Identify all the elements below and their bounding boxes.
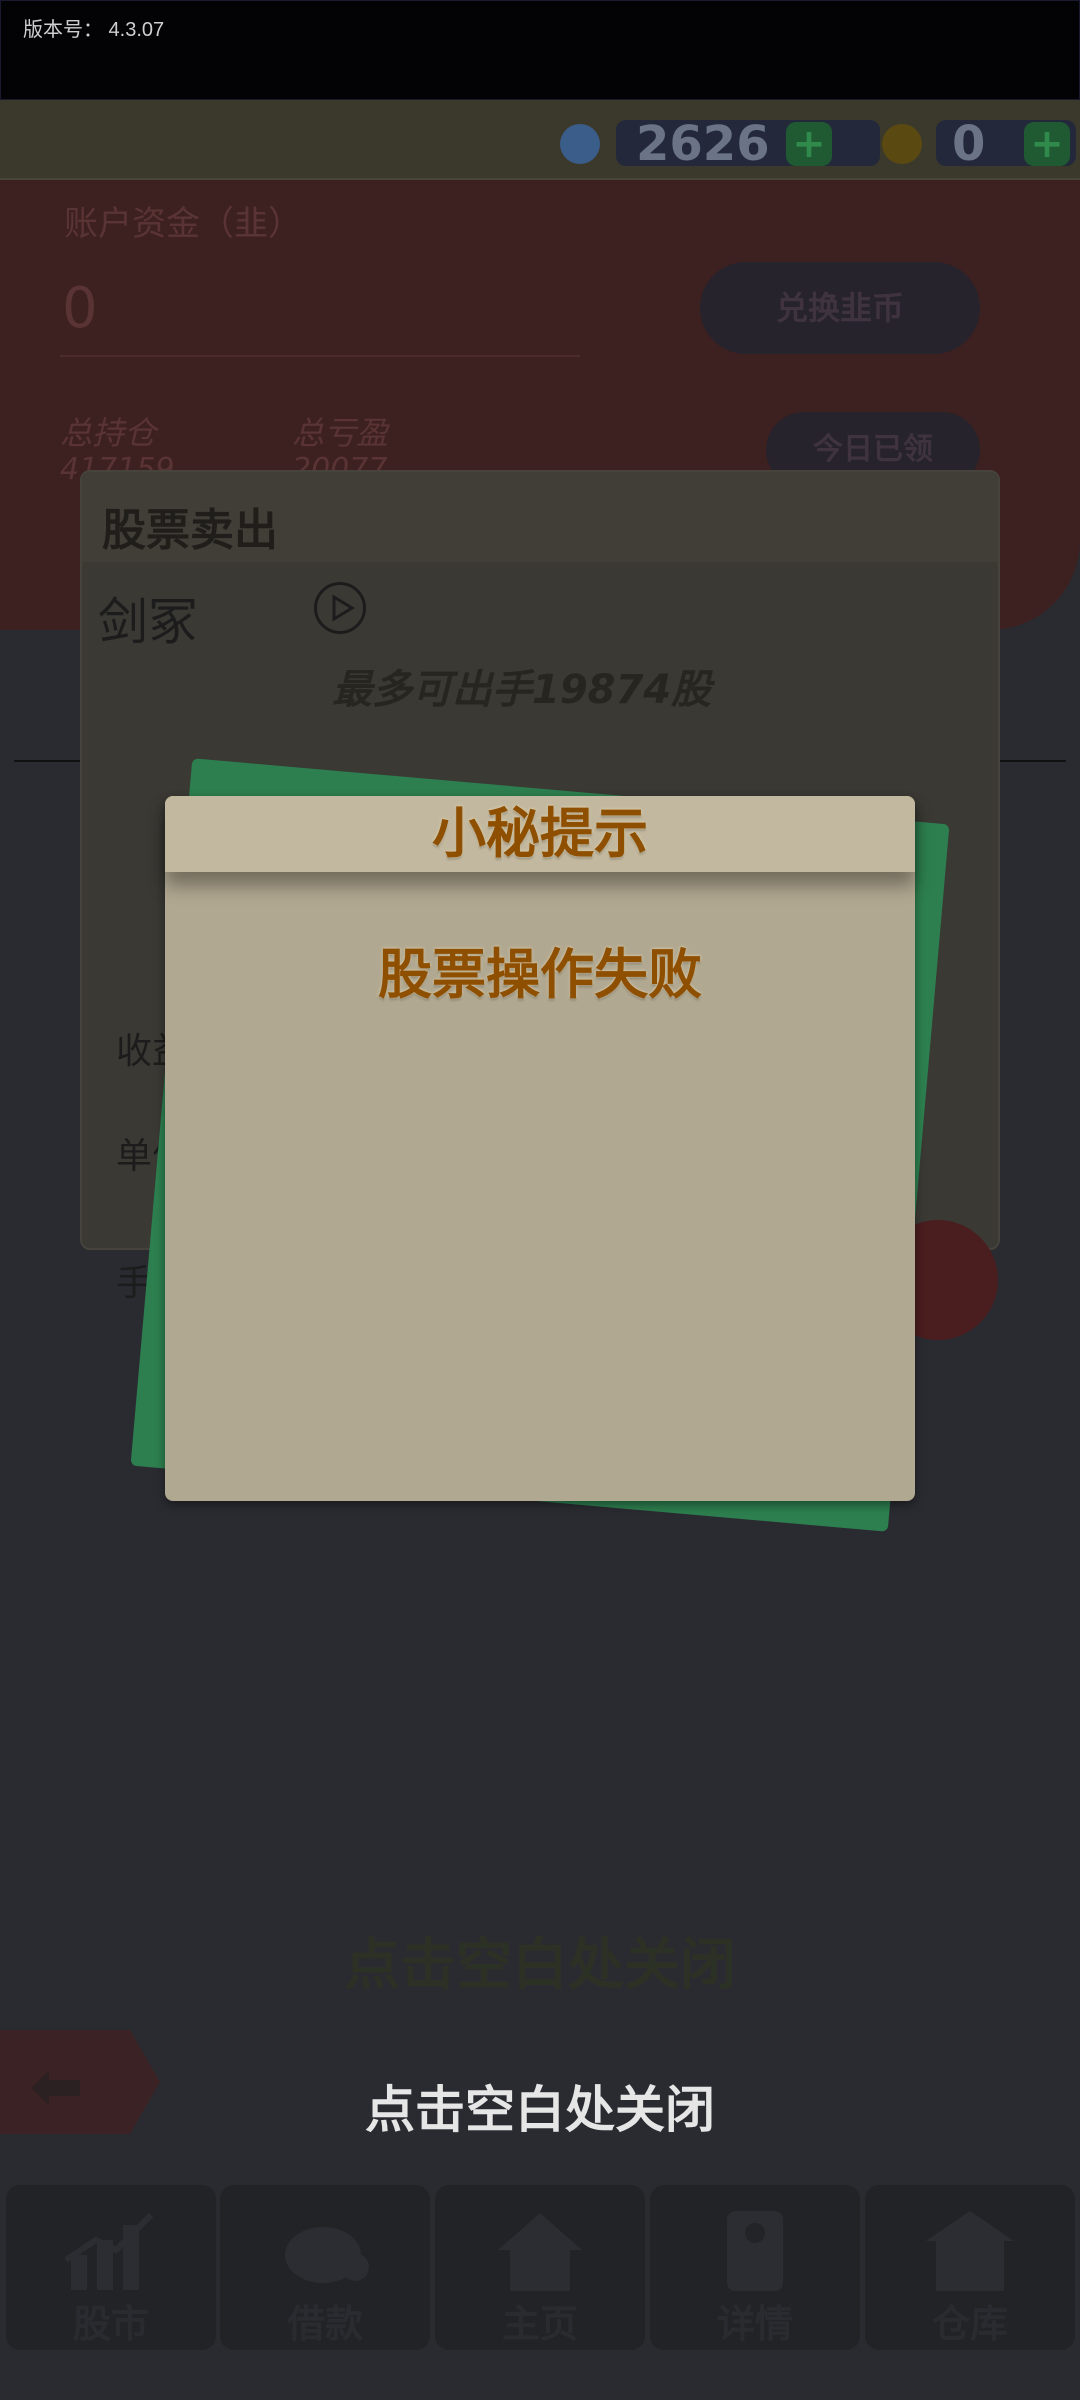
nav-label-home: 主页: [501, 2302, 578, 2346]
total-position-label: 总持仓: [60, 414, 157, 452]
nav-item-warehouse[interactable]: 仓库: [865, 2185, 1075, 2350]
sell-panel-header: 股票卖出: [82, 472, 998, 562]
coins-value: 0: [952, 116, 986, 172]
nav-item-stock-market[interactable]: 股市: [6, 2185, 216, 2350]
add-gems-button[interactable]: +: [786, 122, 832, 166]
nav-label-loan: 借款: [286, 2302, 363, 2346]
status-bar: 版本号： 4.3.07: [0, 0, 1080, 100]
warehouse-icon: [926, 2211, 1014, 2291]
account-funds-label: 账户资金（韭）: [64, 204, 302, 244]
nav-label-details: 详情: [716, 2302, 793, 2346]
sellable-shares-text: 最多可出手19874股: [332, 667, 712, 713]
tip-dialog: 小秘提示 股票操作失败: [165, 796, 915, 1501]
close-hint[interactable]: 点击空白处关闭: [0, 2070, 1080, 2142]
gem-icon: [560, 124, 600, 164]
version-label: 版本号： 4.3.07: [23, 19, 165, 41]
piggy-bank-icon: [285, 2227, 369, 2283]
stock-name: 剑冢: [98, 593, 198, 651]
nav-item-details[interactable]: 详情: [650, 2185, 860, 2350]
tip-dialog-message: 股票操作失败: [378, 943, 702, 1006]
bottom-nav: 股市 借款 主页 详情 仓库: [0, 2185, 1080, 2400]
nav-item-home[interactable]: 主页: [435, 2185, 645, 2350]
exchange-button[interactable]: 兑换韭币: [700, 262, 980, 354]
gems-value: 2626: [636, 116, 770, 172]
currency-strip: 2626 + 0 +: [0, 100, 1080, 180]
tip-dialog-title: 小秘提示: [432, 802, 648, 865]
play-icon[interactable]: [314, 582, 366, 634]
home-icon: [498, 2213, 582, 2291]
account-divider: [60, 355, 580, 357]
add-coins-button[interactable]: +: [1024, 122, 1070, 166]
chart-icon: [64, 2212, 154, 2290]
sell-panel-title: 股票卖出: [102, 505, 278, 556]
nav-label-stock-market: 股市: [72, 2302, 149, 2346]
close-hint-dimmed: 点击空白处关闭: [344, 1933, 736, 1998]
total-pnl-label: 总亏盈: [292, 414, 389, 452]
account-funds-value: 0: [62, 276, 98, 341]
nav-label-warehouse: 仓库: [931, 2302, 1008, 2346]
tip-dialog-header: 小秘提示: [165, 796, 915, 872]
nav-item-loan[interactable]: 借款: [220, 2185, 430, 2350]
document-icon: [727, 2211, 783, 2291]
coin-icon: [882, 124, 922, 164]
